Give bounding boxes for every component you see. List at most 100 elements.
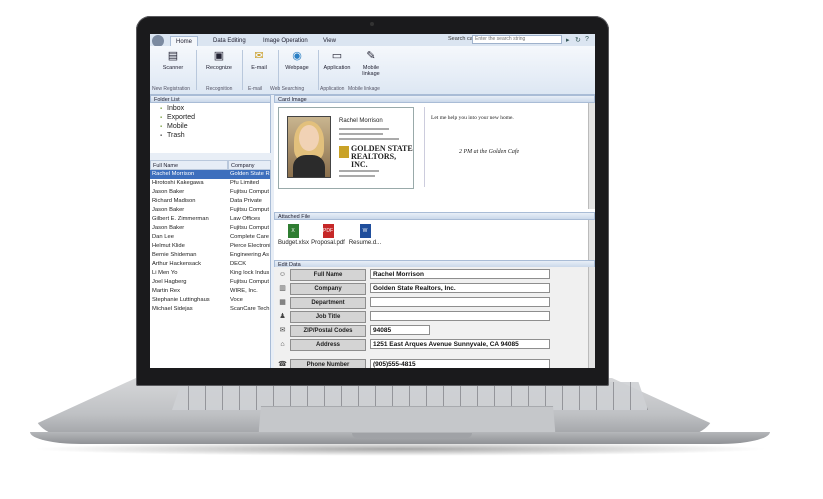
department-icon: ▦ (279, 299, 286, 306)
edit-data-scrollbar[interactable] (588, 267, 595, 368)
row-name: Michael Sidejas (152, 306, 193, 312)
row-company: Fujitsu Comput (230, 225, 269, 231)
folder-tree: ▪ Inbox ▪ Exported ▪ Mobile ▪ Trash (150, 103, 271, 153)
department-field[interactable] (370, 297, 550, 307)
email-label: E-mail (251, 65, 267, 71)
table-row[interactable]: Dan Lee Complete Care (150, 233, 270, 242)
ribbon-separator (278, 50, 279, 90)
edit-data-panel: ☺ Full Name Rachel Morrison ▥ Company Go… (274, 267, 595, 368)
folder-label: Exported (167, 114, 196, 121)
table-row[interactable]: Jason Baker Fujitsu Comput (150, 188, 270, 197)
table-row[interactable]: Hirotoshi Kakegawa Pfu Limited (150, 179, 270, 188)
folder-trash[interactable]: ▪ Trash (160, 132, 185, 139)
row-company: Data Private (230, 198, 262, 204)
mobile-linkage-label: Mobile linkage (362, 65, 380, 77)
folder-mobile[interactable]: ▪ Mobile (160, 123, 188, 130)
row-company: Engineering As (230, 252, 269, 258)
field-label: Address (290, 339, 366, 351)
scanner-button[interactable]: ▤ Scanner (158, 49, 188, 71)
table-row[interactable]: Joel Hagberg Fujitsu Comput (150, 278, 270, 287)
search-input[interactable] (472, 35, 562, 44)
table-row[interactable]: Arthur Hackensack DECK (150, 260, 270, 269)
webcam (370, 22, 374, 26)
email-button[interactable]: ✉ E-mail (244, 49, 274, 71)
row-company: Fujitsu Comput (230, 189, 269, 195)
ribbon-separator (242, 50, 243, 90)
phone-number-field[interactable]: (905)555-4815 (370, 359, 550, 368)
phone-icon: ☎ (278, 361, 287, 368)
document-icon: W (359, 224, 371, 238)
help-icon[interactable]: ? (585, 36, 589, 43)
row-company: King lock Indus (230, 270, 270, 276)
ribbon: ▤ Scanner ▣ Recognize ✉ E-mail ◉ Webpage… (150, 46, 595, 95)
folder-inbox[interactable]: ▪ Inbox (160, 105, 184, 112)
full-name-field[interactable]: Rachel Morrison (370, 269, 550, 279)
folder-list-header: Folder List (150, 95, 271, 103)
row-name: Richard Madison (152, 198, 196, 204)
column-header-company[interactable]: Company (228, 160, 271, 170)
attachment-resume[interactable]: W Resume.d... (348, 224, 382, 246)
table-row[interactable]: Stephanie Luttinghaus Voce (150, 296, 270, 305)
row-name: Martin Rex (152, 288, 181, 294)
mobile-linkage-button[interactable]: ✎ Mobile linkage (356, 49, 386, 77)
tab-view[interactable]: View (318, 36, 341, 46)
folder-icon: ▪ (160, 115, 163, 121)
table-row[interactable]: Jason Baker Fujitsu Comput (150, 206, 270, 215)
row-company: Fujitsu Comput (230, 279, 269, 285)
row-name: Bernie Shideman (152, 252, 197, 258)
field-label: Department (290, 297, 366, 309)
row-name: Arthur Hackensack (152, 261, 201, 267)
folder-icon: ▪ (160, 106, 163, 112)
column-header-full-name[interactable]: Full Name (150, 160, 228, 170)
table-row[interactable]: Bernie Shideman Engineering As (150, 251, 270, 260)
business-card-back[interactable]: Let me help you into your new home. 2 PM… (424, 107, 589, 187)
table-row[interactable]: Rachel Morrison Golden State R (150, 170, 270, 179)
pdf-icon: PDF (322, 224, 334, 238)
field-label: ZIP/Postal Codes (290, 325, 366, 337)
table-row[interactable]: Martin Rex WIRE, Inc. (150, 287, 270, 296)
tab-image-operation[interactable]: Image Operation (258, 36, 313, 46)
table-row[interactable]: Michael Sidejas ScanCare Tech (150, 305, 270, 314)
person-icon: ☺ (278, 271, 287, 278)
webpage-button[interactable]: ◉ Webpage (282, 49, 312, 71)
keyboard (172, 382, 648, 410)
address-field[interactable]: 1251 East Arques Avenue Sunnyvale, CA 94… (370, 339, 550, 349)
table-row[interactable]: Richard Madison Data Private (150, 197, 270, 206)
table-row[interactable]: Helmut Klide Pierce Electroni (150, 242, 270, 251)
card-scrollbar[interactable] (588, 103, 595, 209)
row-company: DECK (230, 261, 247, 267)
table-row[interactable]: Gilbert E. Zimmerman Law Offices (150, 215, 270, 224)
row-name: Dan Lee (152, 234, 174, 240)
photo-body (293, 155, 325, 177)
attachment-scrollbar[interactable] (588, 220, 595, 260)
row-name: Rachel Morrison (152, 171, 195, 177)
attachment-budget[interactable]: X Budget.xlsx (278, 224, 310, 246)
refresh-icon[interactable]: ↻ (575, 36, 581, 44)
folder-exported[interactable]: ▪ Exported (160, 114, 195, 121)
field-label: Phone Number (290, 359, 366, 368)
search-go-icon[interactable]: ▸ (566, 36, 570, 44)
tab-data-editing[interactable]: Data Editing (208, 36, 251, 46)
group-recognition: Recognition (206, 86, 233, 92)
table-row[interactable]: Li Men Yo King lock Indus (150, 269, 270, 278)
company-icon: ▥ (279, 285, 286, 292)
table-row[interactable]: Jason Baker Fujitsu Comput (150, 224, 270, 233)
row-company: Law Offices (230, 216, 261, 222)
job-title-field[interactable] (370, 311, 550, 321)
lid-notch (352, 433, 472, 438)
company-field[interactable]: Golden State Realtors, Inc. (370, 283, 550, 293)
recognize-button[interactable]: ▣ Recognize (204, 49, 234, 71)
folder-icon: ▪ (160, 124, 163, 130)
card-image-panel: Rachel Morrison GOLDEN STATE REALTORS, I… (274, 103, 595, 213)
group-new-registration: New Registration (152, 86, 191, 92)
scanner-icon: ▤ (167, 50, 179, 62)
card-text-line (339, 175, 375, 177)
scanner-label: Scanner (162, 65, 184, 71)
attachment-proposal[interactable]: PDF Proposal.pdf (310, 224, 346, 246)
attachment-name: Budget.xlsx (278, 240, 310, 246)
application-button[interactable]: ▭ Application (322, 49, 352, 71)
app-window: Home Data Editing Image Operation View S… (150, 34, 595, 368)
attached-file-header: Attached File (274, 212, 595, 220)
business-card-front[interactable]: Rachel Morrison GOLDEN STATE REALTORS, I… (278, 107, 414, 189)
postal-code-field[interactable]: 94085 (370, 325, 430, 335)
